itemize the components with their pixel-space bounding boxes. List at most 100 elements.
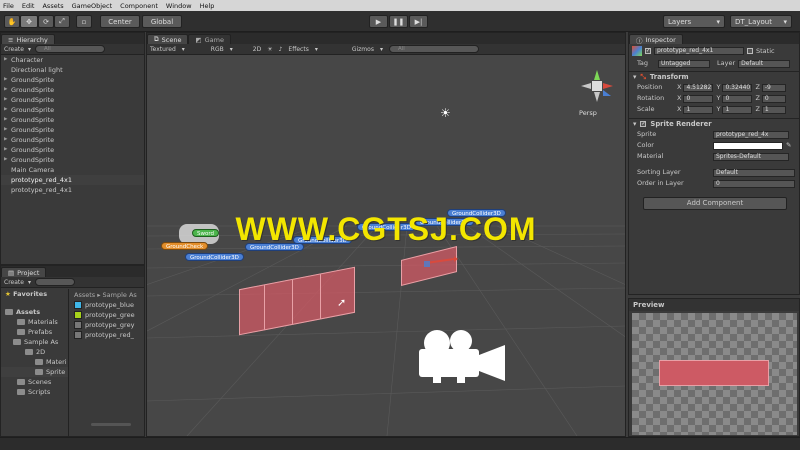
sprite-renderer-header[interactable]: ▾ ✓ Sprite Renderer	[629, 118, 799, 129]
menu-file[interactable]: File	[3, 2, 14, 10]
tree-item-materials[interactable]: Materials	[1, 317, 68, 327]
hierarchy-item[interactable]: Directional light	[1, 65, 144, 75]
move-handle[interactable]	[424, 253, 458, 267]
rect-tool-icon[interactable]: ▫	[76, 15, 92, 28]
render-mode-dropdown[interactable]: Textured	[150, 46, 176, 53]
hierarchy-create-button[interactable]: Create	[4, 46, 24, 53]
hierarchy-item[interactable]: GroundSprite	[1, 95, 144, 105]
scale-x-field[interactable]: 1	[683, 105, 714, 114]
tab-inspector[interactable]: ⓘ Inspector	[629, 34, 683, 45]
orientation-gizmo[interactable]	[577, 66, 617, 106]
tree-item-sprites[interactable]: Sprite	[1, 367, 68, 377]
layer-dropdown[interactable]: Default	[738, 59, 791, 68]
rotation-y-field[interactable]: 0	[722, 94, 753, 103]
channel-dropdown[interactable]: RGB	[211, 46, 224, 53]
pause-button[interactable]: ❚❚	[389, 15, 408, 28]
hierarchy-item[interactable]: GroundSprite	[1, 155, 144, 165]
tree-item-prefabs[interactable]: Prefabs	[1, 327, 68, 337]
hierarchy-item[interactable]: GroundSprite	[1, 105, 144, 115]
menu-edit[interactable]: Edit	[22, 2, 35, 10]
scene-search-input[interactable]: All	[388, 45, 479, 53]
rotate-tool-icon[interactable]: ⟳	[38, 15, 54, 28]
menu-component[interactable]: Component	[120, 2, 158, 10]
file-item[interactable]: prototype_red_	[71, 330, 145, 340]
file-item[interactable]: prototype_grey	[71, 320, 145, 330]
hierarchy-item[interactable]: GroundSprite	[1, 75, 144, 85]
project-create-button[interactable]: Create	[4, 279, 24, 286]
tree-item-2d[interactable]: 2D	[1, 347, 68, 357]
tree-item-scripts[interactable]: Scripts	[1, 387, 68, 397]
menu-window[interactable]: Window	[166, 2, 192, 10]
hierarchy-item[interactable]: GroundSprite	[1, 125, 144, 135]
rotation-z-field[interactable]: 0	[761, 94, 786, 103]
hierarchy-item[interactable]: GroundSprite	[1, 85, 144, 95]
hierarchy-item[interactable]: Main Camera	[1, 165, 144, 175]
move-tool-icon[interactable]: ✥	[20, 15, 38, 28]
tree-item-scenes[interactable]: Scenes	[1, 377, 68, 387]
position-x-field[interactable]: 4.51282	[683, 83, 714, 92]
camera-gizmo-icon[interactable]	[419, 325, 511, 385]
tree-item-sample-assets[interactable]: Sample As	[1, 337, 68, 347]
hierarchy-search-input[interactable]: All	[34, 45, 105, 53]
pivot-center-button[interactable]: Center	[100, 15, 140, 28]
tag-dropdown[interactable]: Untagged	[658, 59, 710, 68]
hierarchy-item[interactable]: Character	[1, 55, 144, 65]
static-checkbox[interactable]	[747, 48, 753, 54]
step-button[interactable]: ▶|	[409, 15, 428, 28]
eyedropper-icon[interactable]: ✎	[786, 140, 791, 151]
zoom-slider[interactable]	[91, 423, 131, 426]
order-in-layer-field[interactable]: 0	[713, 179, 795, 188]
hierarchy-item[interactable]: GroundSprite	[1, 145, 144, 155]
tab-game[interactable]: ◩ Game	[188, 34, 231, 44]
hand-tool-icon[interactable]: ✋	[4, 15, 20, 28]
menu-gameobject[interactable]: GameObject	[72, 2, 113, 10]
file-item[interactable]: prototype_blue	[71, 300, 145, 310]
scene-toolbar: Textured ▾ RGB ▾ 2D ☀ ♪ Effects ▾ Gizmos ▾ A…	[147, 44, 625, 55]
2d-toggle[interactable]: 2D	[253, 46, 261, 53]
transform-header[interactable]: ▾ ⤡ Transform	[629, 71, 799, 82]
scale-y-field[interactable]: 1	[722, 105, 753, 114]
file-item[interactable]: prototype_gree	[71, 310, 145, 320]
tab-scene[interactable]: ⧉ Scene	[147, 34, 189, 44]
hierarchy-item[interactable]: GroundSprite	[1, 135, 144, 145]
project-search-input[interactable]	[34, 278, 75, 286]
tab-hierarchy[interactable]: ≡ Hierarchy	[1, 34, 55, 44]
object-name-field[interactable]: prototype_red_4x1	[654, 47, 744, 55]
effects-dropdown[interactable]: Effects	[288, 46, 308, 53]
material-field[interactable]: Sprites-Default	[713, 152, 789, 161]
hierarchy-item[interactable]: prototype_red_4x1	[1, 185, 144, 195]
position-z-field[interactable]: -9	[761, 83, 786, 92]
light-icon[interactable]: ☀	[440, 106, 451, 120]
collider-label[interactable]: GroundCollider3D	[185, 253, 244, 261]
persp-label[interactable]: Persp	[579, 109, 597, 117]
tree-item-2d-materials[interactable]: Materi	[1, 357, 68, 367]
gizmos-dropdown[interactable]: Gizmos	[352, 46, 374, 53]
scale-z-field[interactable]: 1	[761, 105, 786, 114]
color-field[interactable]	[713, 141, 783, 150]
sprite-field[interactable]: prototype_red_4x	[713, 130, 789, 139]
cube-icon	[632, 46, 642, 56]
hierarchy-item[interactable]: prototype_red_4x1	[1, 175, 144, 185]
sorting-layer-dropdown[interactable]: Default	[713, 168, 795, 177]
position-y-field[interactable]: 0.32440	[722, 83, 753, 92]
breadcrumb[interactable]: Assets ▸ Sample As	[71, 290, 145, 300]
pivot-global-button[interactable]: Global	[142, 15, 182, 28]
file-list: prototype_blue prototype_gree prototype_gr…	[71, 300, 145, 340]
sprite-renderer-checkbox[interactable]: ✓	[640, 121, 647, 127]
lighting-toggle-icon[interactable]: ☀	[267, 46, 272, 53]
hierarchy-item[interactable]: GroundSprite	[1, 115, 144, 125]
audio-toggle-icon[interactable]: ♪	[279, 46, 283, 53]
tab-project[interactable]: ▤ Project	[1, 267, 47, 277]
scale-tool-icon[interactable]: ⤢	[54, 15, 70, 28]
chevron-down-icon: ▾	[229, 45, 233, 53]
layout-dropdown[interactable]: DT_Layout ▾	[730, 15, 792, 28]
active-checkbox[interactable]: ✓	[645, 48, 651, 54]
play-button[interactable]: ▶	[369, 15, 388, 28]
layers-dropdown[interactable]: Layers ▾	[663, 15, 725, 28]
add-component-button[interactable]: Add Component	[643, 197, 787, 210]
menu-help[interactable]: Help	[200, 2, 215, 10]
menu-assets[interactable]: Assets	[42, 2, 63, 10]
rotation-x-field[interactable]: 0	[683, 94, 714, 103]
assets-folder[interactable]: Assets	[1, 307, 68, 317]
favorites-item[interactable]: ★ Favorites	[1, 289, 68, 299]
